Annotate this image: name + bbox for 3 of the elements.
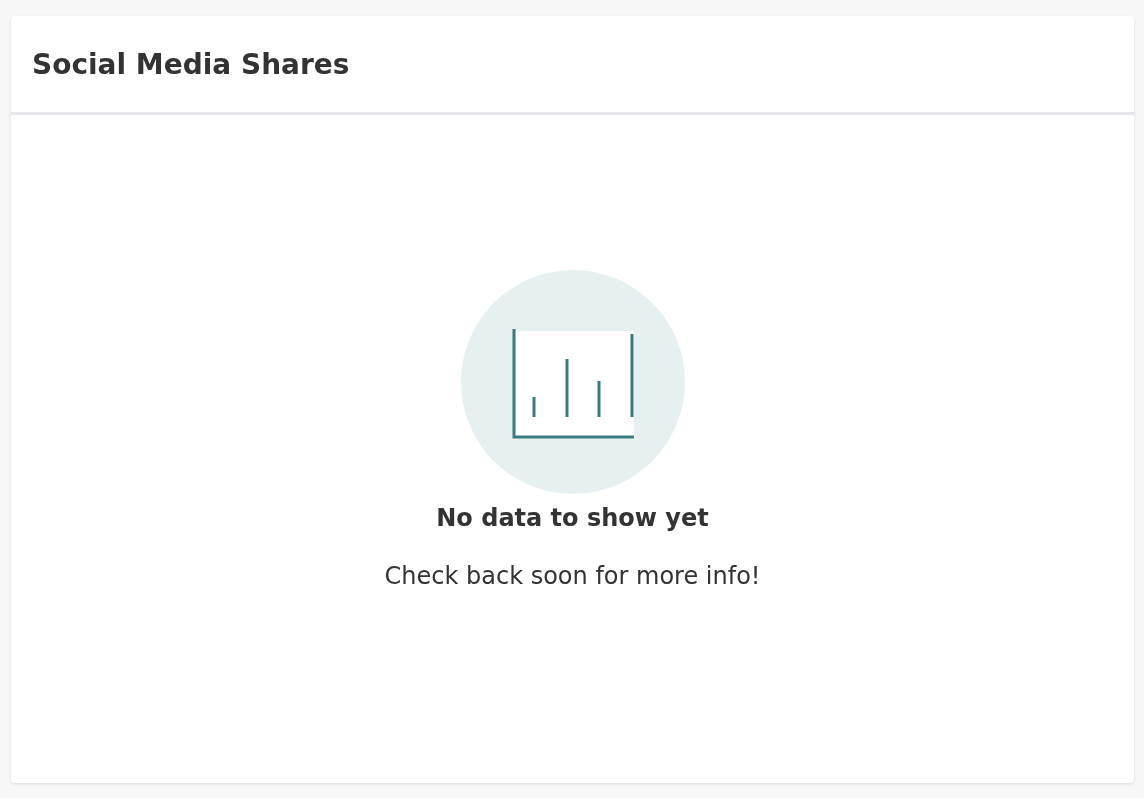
empty-state-heading: No data to show yet: [436, 504, 709, 532]
card-title: Social Media Shares: [32, 47, 350, 81]
empty-state-message: Check back soon for more info!: [384, 562, 761, 590]
